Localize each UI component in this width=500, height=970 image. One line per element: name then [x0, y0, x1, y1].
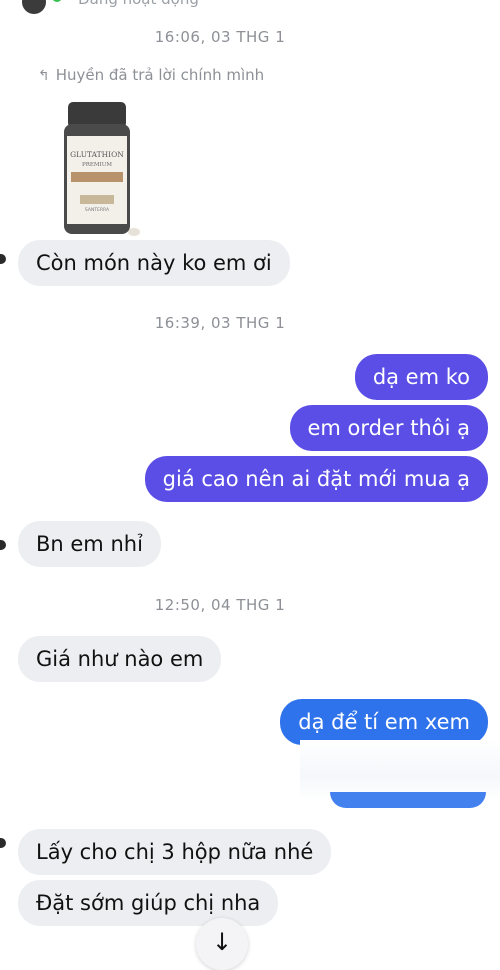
- timestamp: 16:06, 03 THG 1: [154, 28, 286, 46]
- outgoing-message[interactable]: giá cao nên ai đặt mới mua ạ: [144, 456, 488, 502]
- reply-arrow-icon: ↰: [38, 68, 50, 84]
- product-brand: SANTERRA: [85, 207, 110, 213]
- sender-marker: [0, 838, 6, 848]
- redacted-area: [300, 740, 500, 800]
- product-name: GLUTATHION: [70, 150, 124, 159]
- timestamp: 12:50, 04 THG 1: [154, 596, 286, 614]
- incoming-message[interactable]: Đặt sớm giúp chị nha: [18, 880, 279, 926]
- outgoing-message[interactable]: em order thôi ạ: [289, 405, 488, 451]
- outgoing-message[interactable]: dạ để tí em xem: [280, 699, 488, 745]
- supplement-bottle-image: GLUTATHION PREMIUM SANTERRA: [64, 102, 140, 236]
- chat-header: Đang hoạt động: [0, 0, 500, 14]
- online-indicator: [52, 0, 62, 2]
- incoming-message[interactable]: Bn em nhỉ: [18, 521, 161, 567]
- outgoing-message[interactable]: dạ em ko: [354, 354, 488, 400]
- product-photo[interactable]: GLUTATHION PREMIUM SANTERRA: [54, 100, 142, 240]
- avatar[interactable]: [22, 0, 46, 14]
- sender-marker: [0, 540, 6, 550]
- incoming-message[interactable]: Giá như nào em: [18, 636, 222, 682]
- incoming-message[interactable]: Lấy cho chị 3 hộp nữa nhé: [18, 829, 332, 875]
- redacted-bubble-edge: [330, 792, 486, 808]
- timestamp: 16:39, 03 THG 1: [154, 314, 286, 332]
- arrow-down-icon[interactable]: ↓: [196, 918, 248, 970]
- sender-marker: [0, 254, 6, 264]
- product-subname: PREMIUM: [82, 162, 112, 168]
- reply-note-text: Huyền đã trả lời chính mình: [55, 66, 265, 84]
- reply-note: ↰ Huyền đã trả lời chính mình: [38, 66, 264, 84]
- active-status: Đang hoạt động: [78, 0, 199, 8]
- incoming-message[interactable]: Còn món này ko em ơi: [18, 240, 290, 286]
